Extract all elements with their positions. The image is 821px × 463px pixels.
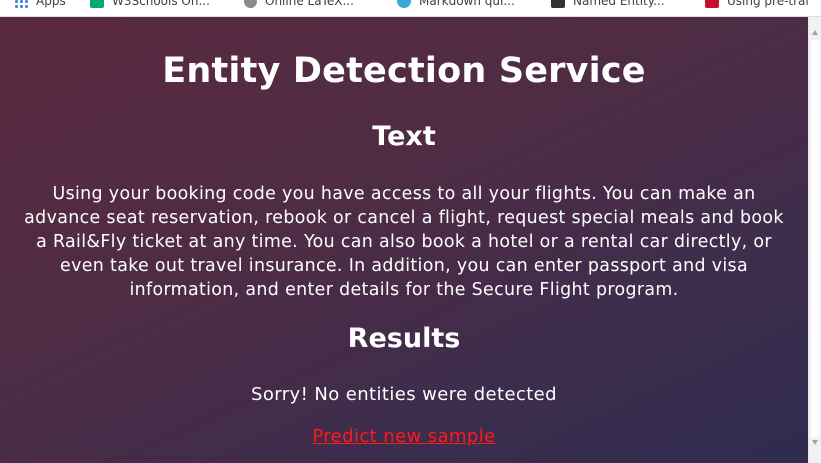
bookmark-label: Markdown qui... [419,0,515,8]
bookmark-markdown[interactable]: Markdown qui... [397,0,515,9]
gear-icon [244,0,257,8]
bookmark-named-entity[interactable]: Named Entity... [551,0,665,9]
scroll-down-arrow-icon[interactable] [812,440,818,445]
bookmark-label: Named Entity... [573,0,665,8]
w3schools-icon [90,0,104,8]
bookmarks-bar: Apps W3Schools On... Online LaTeX... Mar… [0,0,821,17]
page-title: Entity Detection Service [162,51,646,91]
predict-link-container: Predict new sample [0,426,808,447]
predict-new-sample-link[interactable]: Predict new sample [312,426,495,447]
bookmark-apps[interactable]: Apps [14,0,66,9]
named-entity-icon [551,0,565,8]
page-content: Entity Detection Service Text Using your… [0,17,808,463]
text-heading: Text [372,121,436,152]
bookmark-w3schools[interactable]: W3Schools On... [90,0,210,9]
scroll-thumb[interactable] [811,40,819,437]
apps-grid-icon [14,0,28,8]
vertical-scrollbar[interactable] [808,17,821,463]
scroll-up-arrow-icon[interactable] [812,30,818,35]
bookmark-label: Using pre-trai [727,0,809,8]
bookmark-online-latex[interactable]: Online LaTeX... [244,0,354,9]
r-icon [705,0,719,8]
bookmark-label: Apps [36,0,66,8]
bookmark-pretrained[interactable]: Using pre-trai [705,0,809,9]
bookmark-label: Online LaTeX... [265,0,354,8]
results-heading: Results [347,323,461,354]
markdown-icon [397,0,411,8]
result-message: Sorry! No entities were detected [251,384,557,405]
input-text: Using your booking code you have access … [24,184,784,300]
bookmark-label: W3Schools On... [112,0,210,8]
